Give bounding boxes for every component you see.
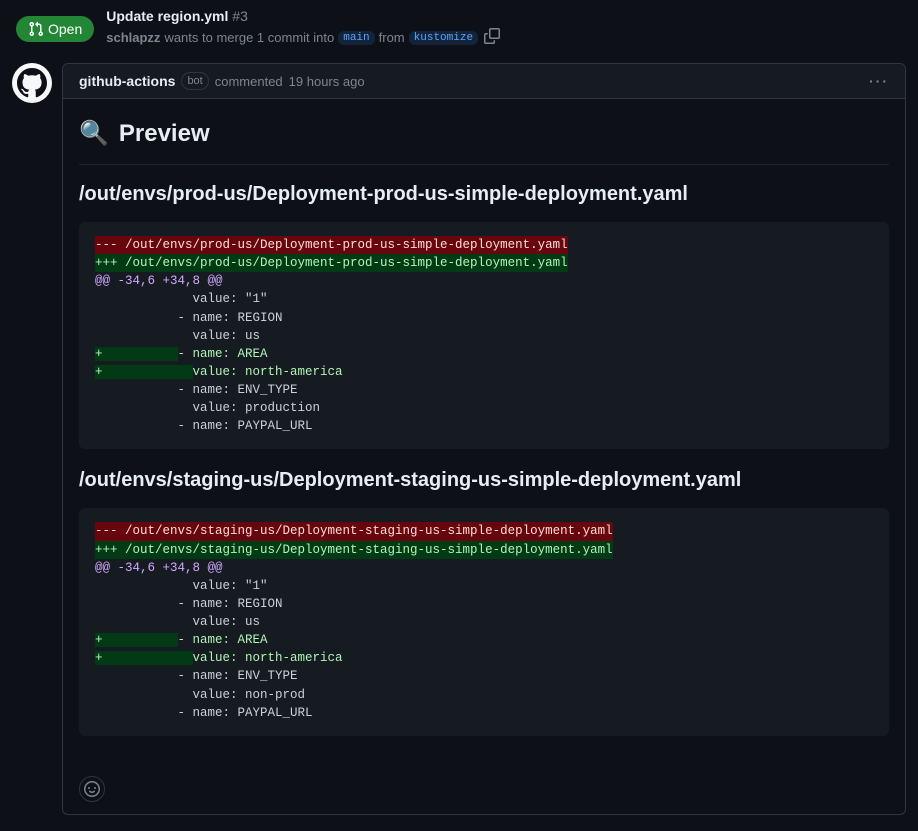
diff-line: value: "1" xyxy=(95,292,268,306)
preview-heading: 🔍 Preview xyxy=(79,119,889,148)
pr-author[interactable]: schlapzz xyxy=(106,30,160,45)
diff-line: - name: ENV_TYPE xyxy=(95,669,298,683)
head-branch[interactable]: kustomize xyxy=(409,31,478,45)
diff-line: - name: PAYPAL_URL xyxy=(95,706,313,720)
timeline: github-actions bot commented 19 hours ag… xyxy=(0,57,918,831)
merge-text: wants to merge 1 commit into xyxy=(164,30,334,45)
pr-header-info: Update region.yml #3 schlapzz wants to m… xyxy=(106,8,502,49)
diff-line: value: production xyxy=(95,401,320,415)
diff-line: - name: PAYPAL_URL xyxy=(95,419,313,433)
github-logo-icon xyxy=(17,68,47,98)
merge-summary: schlapzz wants to merge 1 commit into ma… xyxy=(106,26,502,49)
comment-time-prefix: commented xyxy=(215,74,283,89)
diff-added-line: + value: north-america xyxy=(95,651,343,665)
diff-added-header: +++ /out/envs/staging-us/Deployment-stag… xyxy=(95,541,613,559)
pr-header: Open Update region.yml #3 schlapzz wants… xyxy=(0,0,918,57)
diff-removed-header: --- /out/envs/staging-us/Deployment-stag… xyxy=(95,522,613,540)
diff-line: value: us xyxy=(95,329,260,343)
smiley-icon xyxy=(84,781,100,797)
file-heading: /out/envs/prod-us/Deployment-prod-us-sim… xyxy=(79,183,889,206)
pr-title[interactable]: Update region.yml xyxy=(106,8,228,24)
comment-author[interactable]: github-actions xyxy=(79,73,175,89)
diff-line: value: non-prod xyxy=(95,688,305,702)
diff-added-line: + - name: AREA xyxy=(95,347,268,361)
comment-time[interactable]: 19 hours ago xyxy=(289,74,365,89)
base-branch[interactable]: main xyxy=(338,31,374,45)
add-reaction-button[interactable] xyxy=(79,776,105,802)
diff-removed-header: --- /out/envs/prod-us/Deployment-prod-us… xyxy=(95,236,568,254)
copy-branch-icon[interactable] xyxy=(482,26,502,49)
comment: github-actions bot commented 19 hours ag… xyxy=(62,63,906,815)
bot-badge: bot xyxy=(181,72,208,90)
comment-body: 🔍 Preview /out/envs/prod-us/Deployment-p… xyxy=(63,99,905,768)
diff-hunk: @@ -34,6 +34,8 @@ xyxy=(95,561,223,575)
pr-number: #3 xyxy=(232,8,248,24)
diff-added-header: +++ /out/envs/prod-us/Deployment-prod-us… xyxy=(95,254,568,272)
diff-added-line: + value: north-america xyxy=(95,365,343,379)
diff-block: --- /out/envs/prod-us/Deployment-prod-us… xyxy=(79,222,889,449)
diff-added-line: + - name: AREA xyxy=(95,633,268,647)
diff-line: value: us xyxy=(95,615,260,629)
state-badge-open: Open xyxy=(16,16,94,42)
avatar[interactable] xyxy=(12,63,52,103)
diff-line: - name: ENV_TYPE xyxy=(95,383,298,397)
diff-block: --- /out/envs/staging-us/Deployment-stag… xyxy=(79,508,889,735)
comment-footer xyxy=(63,768,905,814)
magnifier-icon: 🔍 xyxy=(79,119,109,148)
git-pull-request-icon xyxy=(28,21,44,37)
preview-title: Preview xyxy=(119,120,210,148)
state-badge-label: Open xyxy=(48,21,82,37)
comment-header: github-actions bot commented 19 hours ag… xyxy=(63,64,905,99)
divider xyxy=(79,164,889,165)
merge-text-from: from xyxy=(379,30,405,45)
diff-line: - name: REGION xyxy=(95,597,283,611)
diff-hunk: @@ -34,6 +34,8 @@ xyxy=(95,274,223,288)
diff-line: value: "1" xyxy=(95,579,268,593)
diff-line: - name: REGION xyxy=(95,311,283,325)
kebab-menu-icon[interactable]: ··· xyxy=(869,73,889,89)
file-heading: /out/envs/staging-us/Deployment-staging-… xyxy=(79,469,889,492)
